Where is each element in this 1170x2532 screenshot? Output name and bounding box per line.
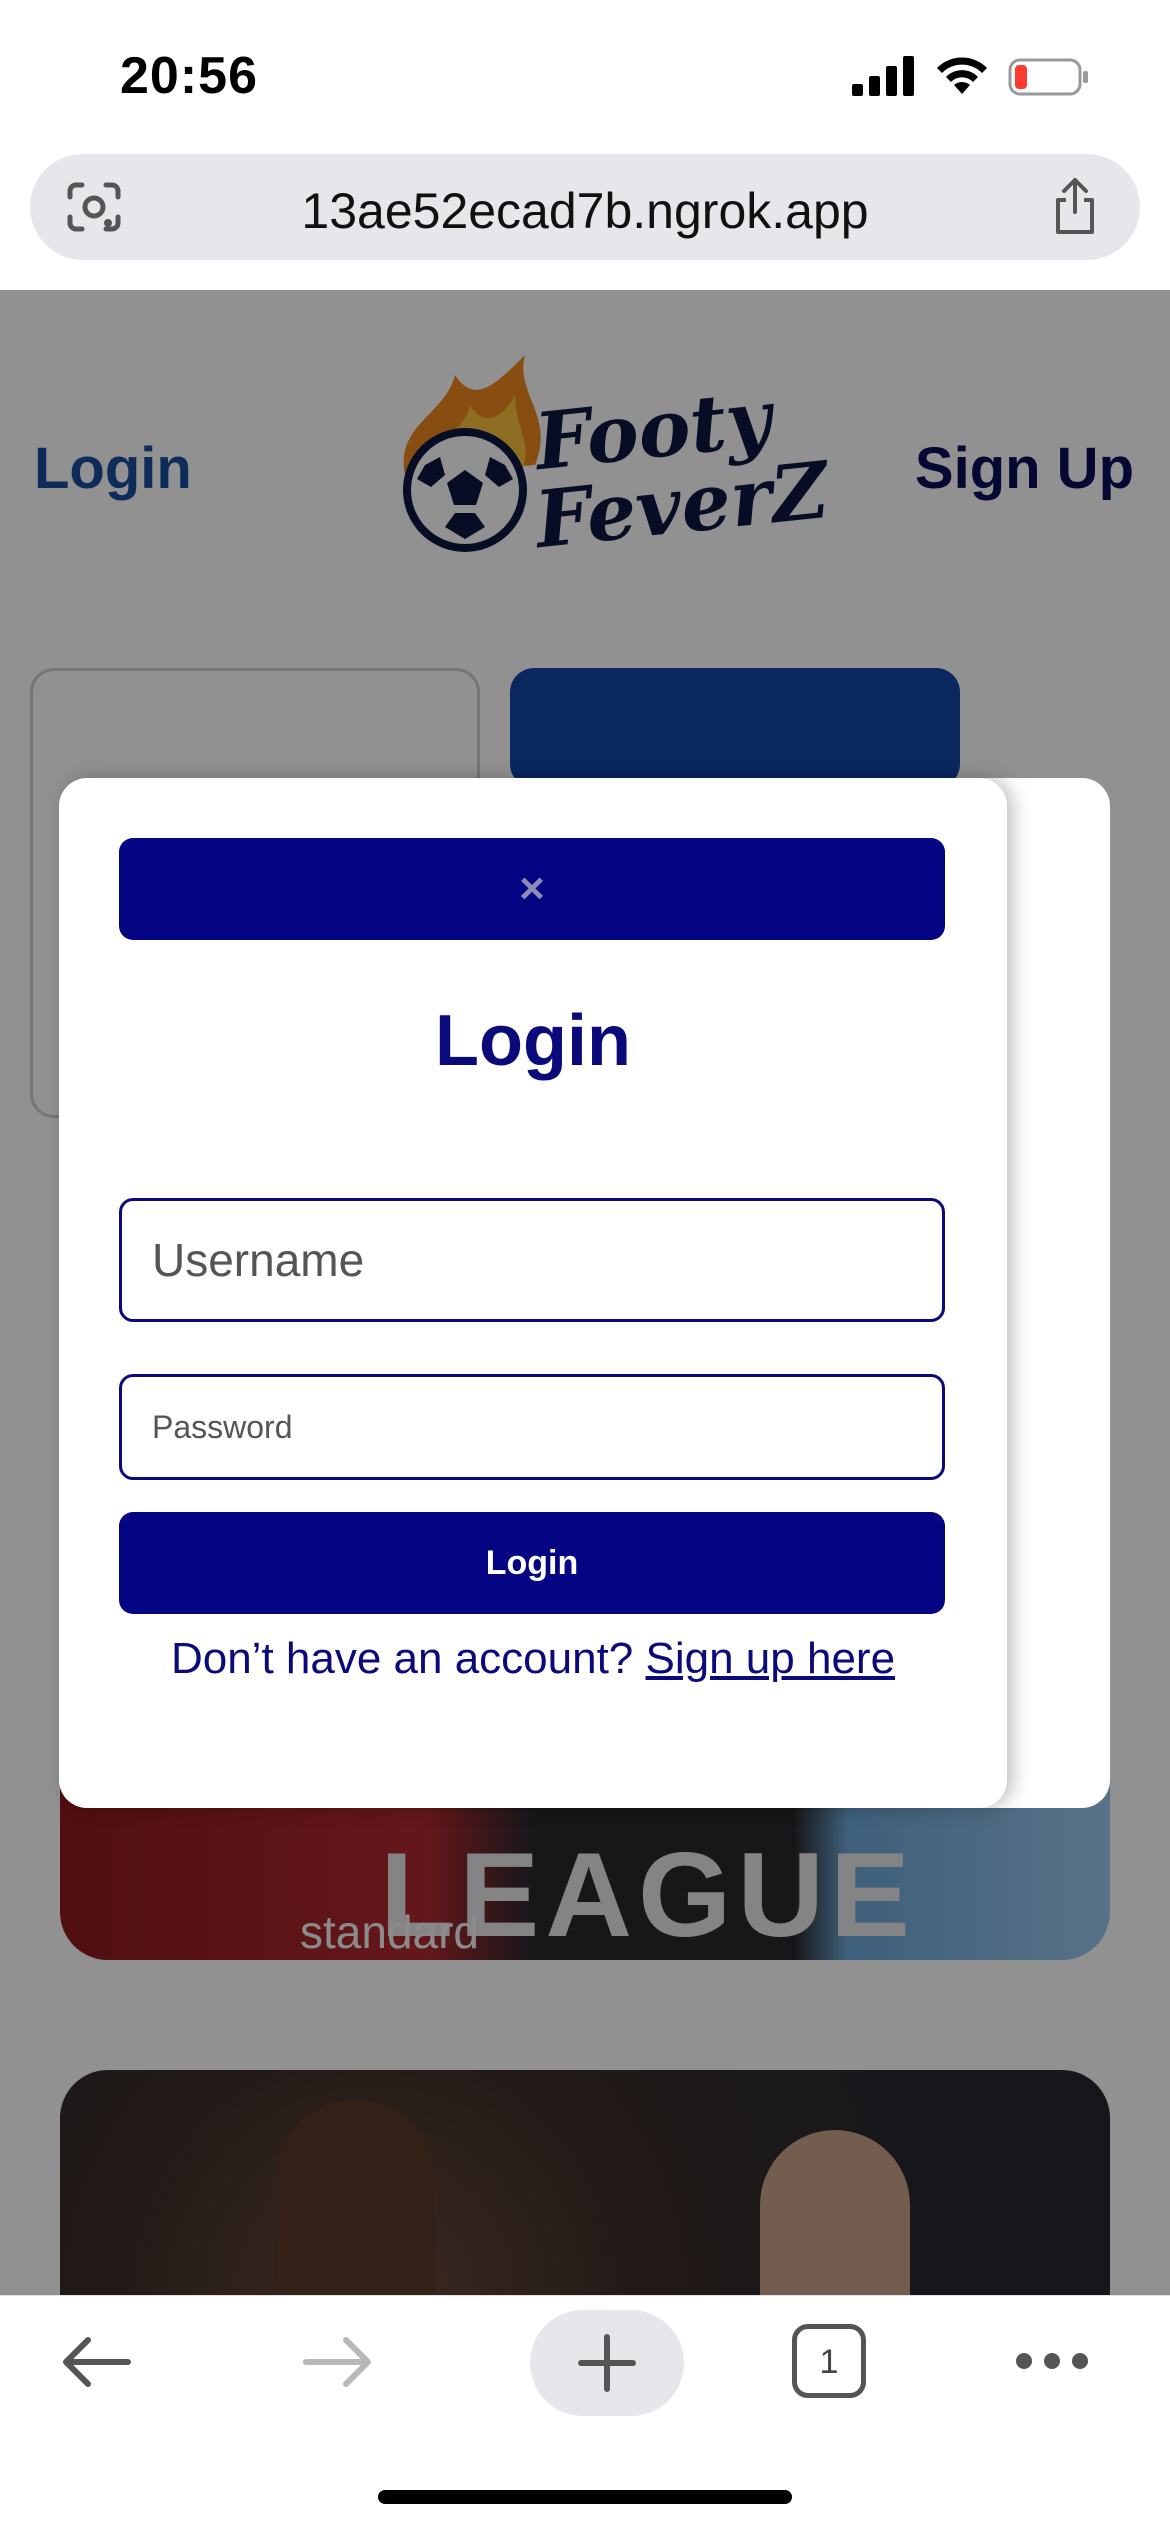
back-icon[interactable]: [58, 2332, 134, 2392]
username-input[interactable]: [122, 1201, 942, 1319]
signup-prompt: Don’t have an account? Sign up here: [59, 1634, 1007, 1684]
home-indicator: [378, 2490, 792, 2504]
address-bar[interactable]: 13ae52ecad7b.ngrok.app: [30, 154, 1140, 260]
url-text[interactable]: 13ae52ecad7b.ngrok.app: [30, 182, 1140, 240]
tab-count: 1: [819, 2343, 839, 2381]
login-submit-button[interactable]: Login: [119, 1512, 945, 1614]
signup-link[interactable]: Sign up here: [646, 1634, 896, 1683]
username-field[interactable]: [119, 1198, 945, 1322]
signal-icon: [852, 56, 914, 96]
plus-icon[interactable]: [577, 2333, 637, 2393]
login-modal: × Login Login Don’t have an account? Sig…: [59, 778, 1007, 1808]
wifi-icon: [937, 57, 987, 94]
forward-icon[interactable]: [300, 2332, 376, 2392]
close-icon[interactable]: ×: [119, 864, 945, 914]
share-icon[interactable]: [1050, 176, 1100, 236]
status-time: 20:56: [120, 47, 258, 105]
more-icon[interactable]: [1014, 2346, 1090, 2376]
signup-prompt-text: Don’t have an account?: [170, 1634, 634, 1683]
new-tab-button[interactable]: [530, 2310, 684, 2416]
password-input[interactable]: [122, 1377, 942, 1477]
web-page: Login Footy FeverZ Sign Up LEAGUE standa…: [0, 290, 1170, 2295]
close-button[interactable]: ×: [119, 838, 945, 940]
status-bar: 20:56: [0, 0, 1170, 150]
battery-icon: [1008, 58, 1088, 96]
tabs-button[interactable]: 1: [792, 2324, 866, 2398]
password-field[interactable]: [119, 1374, 945, 1480]
modal-title: Login: [435, 1001, 631, 1081]
